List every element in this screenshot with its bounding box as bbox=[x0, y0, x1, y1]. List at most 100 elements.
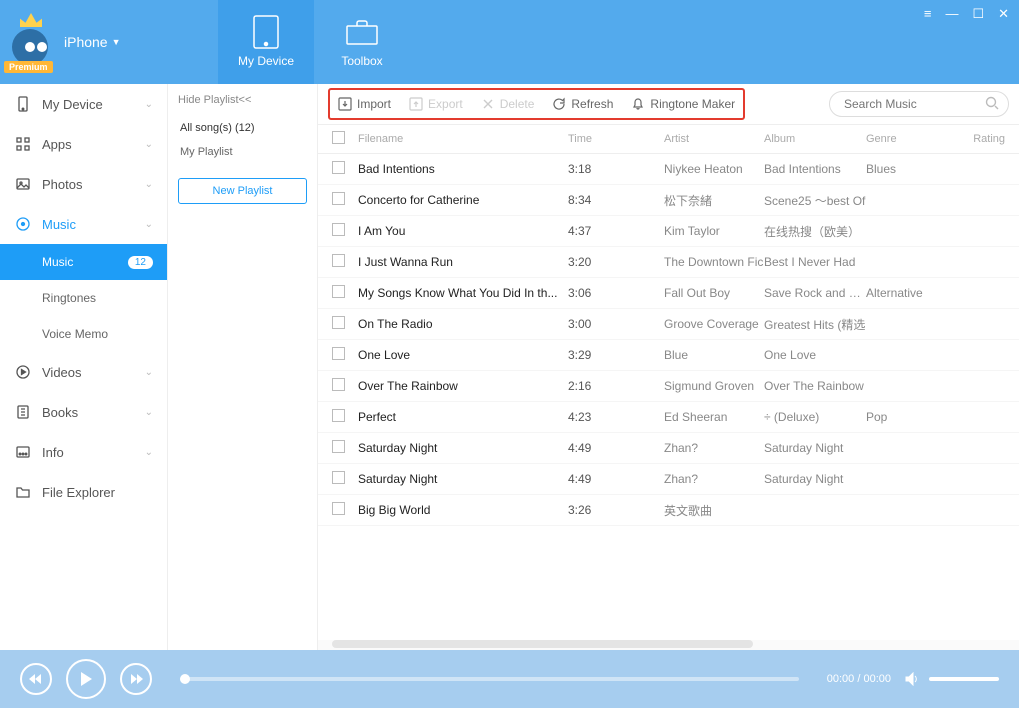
col-genre[interactable]: Genre bbox=[866, 133, 942, 145]
close-button[interactable]: ✕ bbox=[998, 6, 1009, 22]
next-button[interactable] bbox=[120, 663, 152, 695]
sidebar-item-apps[interactable]: Apps⌄ bbox=[0, 124, 167, 164]
cell-artist: Blue bbox=[664, 348, 764, 362]
menu-icon[interactable]: ≡ bbox=[924, 6, 932, 22]
row-checkbox[interactable] bbox=[332, 316, 345, 329]
app-logo: Premium bbox=[8, 19, 54, 65]
col-album[interactable]: Album bbox=[764, 133, 866, 145]
col-rating[interactable]: Rating bbox=[942, 133, 1019, 145]
sub-item-label: Voice Memo bbox=[42, 327, 108, 341]
cell-album: Scene25 ～best Of bbox=[764, 192, 866, 209]
play-button[interactable] bbox=[66, 659, 106, 699]
cell-artist: Groove Coverage bbox=[664, 317, 764, 331]
info-icon bbox=[14, 444, 32, 460]
left-sidebar: My Device⌄Apps⌄Photos⌄Music⌄Music12 Ringt… bbox=[0, 84, 168, 650]
import-button[interactable]: Import bbox=[338, 97, 391, 111]
table-row[interactable]: Saturday Night4:49Zhan?Saturday Night bbox=[318, 433, 1019, 464]
device-dropdown[interactable]: iPhone ▼ bbox=[64, 34, 121, 50]
sidebar-sub-ringtones[interactable]: Ringtones bbox=[0, 280, 167, 316]
tab-my-device[interactable]: My Device bbox=[218, 0, 314, 84]
select-all-checkbox[interactable] bbox=[332, 131, 345, 144]
row-checkbox[interactable] bbox=[332, 502, 345, 515]
table-row[interactable]: On The Radio3:00Groove CoverageGreatest … bbox=[318, 309, 1019, 340]
refresh-icon bbox=[552, 97, 566, 111]
row-checkbox[interactable] bbox=[332, 440, 345, 453]
maximize-button[interactable]: ☐ bbox=[972, 6, 984, 22]
table-row[interactable]: One Love3:29BlueOne Love bbox=[318, 340, 1019, 371]
sub-item-label: Ringtones bbox=[42, 291, 96, 305]
cell-filename: My Songs Know What You Did In th... bbox=[358, 286, 568, 300]
playlist-item[interactable]: My Playlist bbox=[178, 140, 307, 164]
folder-icon bbox=[14, 484, 32, 500]
playlist-item[interactable]: All song(s) (12) bbox=[178, 116, 307, 140]
ringtone-maker-button[interactable]: Ringtone Maker bbox=[631, 97, 735, 111]
sidebar-item-my-device[interactable]: My Device⌄ bbox=[0, 84, 167, 124]
cell-time: 3:00 bbox=[568, 317, 664, 331]
main-content: Import Export Delete Refresh Ringtone Ma… bbox=[318, 84, 1019, 650]
tab-toolbox[interactable]: Toolbox bbox=[314, 0, 410, 84]
cell-genre: Alternative bbox=[866, 286, 942, 300]
cell-time: 3:18 bbox=[568, 162, 664, 176]
search-input[interactable] bbox=[829, 91, 1009, 117]
search-icon[interactable] bbox=[985, 96, 999, 110]
sidebar-item-label: Videos bbox=[42, 365, 82, 380]
new-playlist-button[interactable]: New Playlist bbox=[178, 178, 307, 204]
cell-filename: One Love bbox=[358, 348, 568, 362]
delete-button[interactable]: Delete bbox=[481, 97, 535, 111]
table-row[interactable]: I Am You4:37Kim Taylor在线热搜（欧美） bbox=[318, 216, 1019, 247]
row-checkbox[interactable] bbox=[332, 223, 345, 236]
row-checkbox[interactable] bbox=[332, 285, 345, 298]
cell-filename: Perfect bbox=[358, 410, 568, 424]
col-filename[interactable]: Filename bbox=[358, 133, 568, 145]
sidebar-item-music[interactable]: Music⌄ bbox=[0, 204, 167, 244]
cell-time: 2:16 bbox=[568, 379, 664, 393]
apps-icon bbox=[14, 136, 32, 152]
progress-bar[interactable] bbox=[180, 677, 799, 681]
volume-bar[interactable] bbox=[929, 677, 999, 681]
row-checkbox[interactable] bbox=[332, 161, 345, 174]
table-row[interactable]: Saturday Night4:49Zhan?Saturday Night bbox=[318, 464, 1019, 495]
col-artist[interactable]: Artist bbox=[664, 133, 764, 145]
row-checkbox[interactable] bbox=[332, 471, 345, 484]
sidebar-sub-music[interactable]: Music12 bbox=[0, 244, 167, 280]
cell-filename: Over The Rainbow bbox=[358, 379, 568, 393]
table-row[interactable]: Perfect4:23Ed Sheeran÷ (Deluxe)Pop bbox=[318, 402, 1019, 433]
sidebar-sub-voice-memo[interactable]: Voice Memo bbox=[0, 316, 167, 352]
row-checkbox[interactable] bbox=[332, 409, 345, 422]
sidebar-item-file-explorer[interactable]: File Explorer bbox=[0, 472, 167, 512]
cell-artist: Zhan? bbox=[664, 472, 764, 486]
row-checkbox[interactable] bbox=[332, 378, 345, 391]
table-row[interactable]: Over The Rainbow2:16Sigmund GrovenOver T… bbox=[318, 371, 1019, 402]
sidebar-item-videos[interactable]: Videos⌄ bbox=[0, 352, 167, 392]
cell-album: One Love bbox=[764, 348, 866, 362]
horizontal-scrollbar[interactable] bbox=[318, 640, 1019, 650]
owl-icon bbox=[12, 29, 48, 65]
col-time[interactable]: Time bbox=[568, 133, 664, 145]
player-bar: 00:00 / 00:00 bbox=[0, 650, 1019, 708]
time-display: 00:00 / 00:00 bbox=[827, 673, 891, 685]
sidebar-item-books[interactable]: Books⌄ bbox=[0, 392, 167, 432]
table-row[interactable]: Big Big World3:26英文歌曲 bbox=[318, 495, 1019, 526]
row-checkbox[interactable] bbox=[332, 192, 345, 205]
row-checkbox[interactable] bbox=[332, 254, 345, 267]
hide-playlist-toggle[interactable]: Hide Playlist<< bbox=[178, 94, 307, 106]
prev-button[interactable] bbox=[20, 663, 52, 695]
export-button[interactable]: Export bbox=[409, 97, 463, 111]
minimize-button[interactable]: — bbox=[945, 6, 958, 22]
chevron-down-icon: ⌄ bbox=[145, 407, 153, 418]
briefcase-icon bbox=[345, 18, 379, 46]
refresh-button[interactable]: Refresh bbox=[552, 97, 613, 111]
table-row[interactable]: Bad Intentions3:18Niykee HeatonBad Inten… bbox=[318, 154, 1019, 185]
table-row[interactable]: My Songs Know What You Did In th...3:06F… bbox=[318, 278, 1019, 309]
table-row[interactable]: Concerto for Catherine8:34松下奈緒Scene25 ～b… bbox=[318, 185, 1019, 216]
sidebar-item-photos[interactable]: Photos⌄ bbox=[0, 164, 167, 204]
row-checkbox[interactable] bbox=[332, 347, 345, 360]
sidebar-item-label: Info bbox=[42, 445, 64, 460]
volume-control[interactable] bbox=[905, 672, 999, 686]
window-controls: ≡ — ☐ ✕ bbox=[924, 6, 1009, 22]
cell-time: 3:26 bbox=[568, 503, 664, 517]
table-row[interactable]: I Just Wanna Run3:20The Downtown FicBest… bbox=[318, 247, 1019, 278]
chevron-down-icon: ⌄ bbox=[145, 219, 153, 230]
progress-knob[interactable] bbox=[180, 674, 190, 684]
sidebar-item-info[interactable]: Info⌄ bbox=[0, 432, 167, 472]
